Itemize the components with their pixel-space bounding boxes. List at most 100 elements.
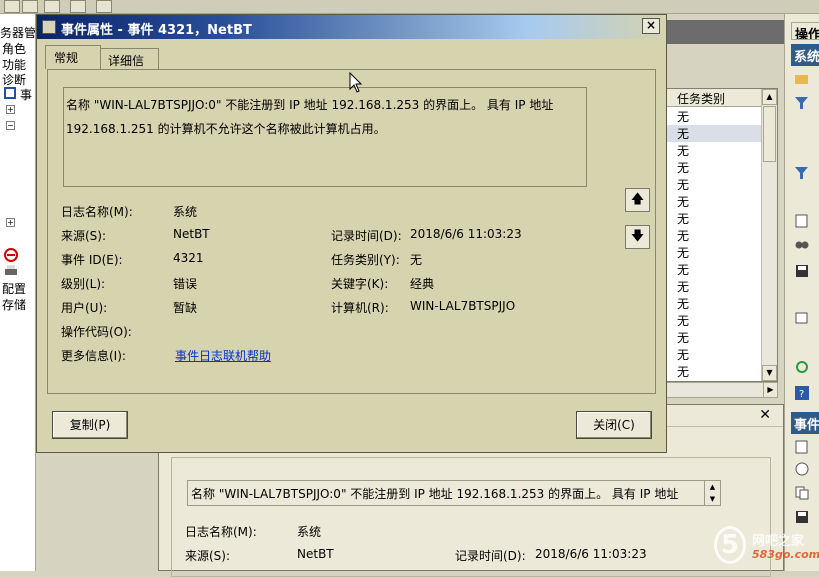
filter-icon[interactable] (795, 96, 809, 110)
arrow-down-icon: 🡇 (630, 229, 645, 244)
scroll-thumb[interactable] (763, 106, 776, 162)
source-label: 来源(S): (61, 229, 107, 243)
watermark-glyph: 5 (714, 526, 746, 564)
vertical-scrollbar[interactable]: ▲ ▼ (761, 89, 777, 381)
list-item[interactable]: 无 (677, 312, 689, 329)
preview-message-spinner[interactable]: ▲ ▼ (704, 480, 721, 506)
next-event-button[interactable]: 🡇 (625, 225, 650, 249)
list-item[interactable]: 无 (677, 176, 689, 193)
printer-icon (4, 264, 18, 278)
toolbar-icon[interactable] (96, 0, 112, 13)
event-log-online-help-link[interactable]: 事件日志联机帮助 (175, 347, 271, 364)
filter-icon[interactable] (795, 166, 809, 180)
toolbar-icon[interactable] (70, 0, 86, 13)
event-viewer-icon (4, 87, 16, 99)
folder-open-icon[interactable] (795, 72, 809, 86)
task-category-label: 任务类别(Y): (331, 253, 400, 267)
preview-message: 名称 "WIN-LAL7BTSPJJO:0" 不能注册到 IP 地址 192.1… (187, 480, 721, 506)
preview-source-value: NetBT (297, 547, 334, 561)
copy-button[interactable]: 复制(P) (52, 411, 128, 439)
opcode-label: 操作代码(O): (61, 325, 132, 339)
save-icon[interactable] (795, 264, 809, 278)
toolbar-icon[interactable] (4, 0, 20, 13)
level-label: 级别(L): (61, 277, 106, 291)
list-item[interactable]: 无 (677, 329, 689, 346)
scroll-down-icon[interactable]: ▼ (762, 365, 777, 381)
close-icon[interactable]: ✕ (759, 407, 771, 423)
list-item[interactable]: 无 (677, 244, 689, 261)
no-entry-icon (4, 248, 18, 262)
more-info-label: 更多信息(I): (61, 349, 126, 363)
task-category-value: 无 (410, 253, 423, 267)
level-value: 错误 (173, 277, 198, 291)
column-header-task-category[interactable]: 任务类别 (667, 89, 762, 107)
preview-log-name-value: 系统 (297, 525, 322, 539)
actions-panel: 操作 系统 ? 事件 (784, 14, 819, 571)
keywords-label: 关键字(K): (331, 277, 389, 291)
arrow-up-icon: 🡅 (630, 192, 645, 207)
expand-icon[interactable]: + (6, 218, 15, 227)
list-item[interactable]: 无 (677, 227, 689, 244)
close-button[interactable]: 关闭(C) (576, 411, 652, 439)
save-icon[interactable] (795, 510, 809, 524)
properties-icon[interactable] (795, 440, 809, 454)
tree-item[interactable]: 存储 (2, 296, 26, 313)
preview-log-name-label: 日志名称(M): (185, 525, 257, 539)
help-icon[interactable]: ? (795, 386, 809, 400)
list-item[interactable]: 无 (677, 159, 689, 176)
find-icon[interactable] (795, 236, 809, 250)
toolbar-icon[interactable] (44, 0, 60, 13)
dialog-titlebar[interactable]: 事件属性 - 事件 4321，NetBT × (37, 15, 666, 39)
attach-task-icon[interactable] (795, 462, 809, 476)
watermark-logo: 5 网吧之家 583go.com (714, 526, 819, 571)
list-item[interactable]: 无 (677, 142, 689, 159)
event-id-label: 事件 ID(E): (61, 253, 123, 267)
event-description-line1: 名称 "WIN-LAL7BTSPJJO:0" 不能注册到 IP 地址 192.1… (66, 98, 554, 112)
tree-item[interactable]: 务器管 (0, 24, 35, 41)
background-toolbar (0, 0, 819, 14)
list-item[interactable]: 无 (677, 278, 689, 295)
actions-section-event[interactable]: 事件 (791, 412, 819, 434)
log-name-value: 系统 (173, 205, 198, 219)
dialog-title: 事件属性 - 事件 4321，NetBT (61, 23, 252, 38)
actions-title: 操作 (791, 22, 819, 40)
list-item[interactable]: 无 (677, 261, 689, 278)
computer-label: 计算机(R): (331, 301, 389, 315)
refresh-icon[interactable] (795, 360, 809, 374)
properties-icon[interactable] (795, 214, 809, 228)
mouse-cursor-icon (349, 72, 363, 93)
scroll-up-icon[interactable]: ▲ (762, 89, 777, 105)
collapse-icon[interactable]: − (6, 121, 15, 130)
watermark-text: 网吧之家 (752, 534, 805, 549)
list-item[interactable]: 无 (677, 346, 689, 363)
list-item[interactable]: 无 (677, 295, 689, 312)
previous-event-button[interactable]: 🡅 (625, 188, 650, 212)
scroll-right-icon[interactable]: ▶ (763, 382, 778, 398)
list-item[interactable]: 无 (677, 108, 689, 125)
event-description-box: 名称 "WIN-LAL7BTSPJJO:0" 不能注册到 IP 地址 192.1… (63, 87, 587, 187)
actions-section-system[interactable]: 系统 (791, 44, 819, 66)
copy-icon[interactable] (795, 486, 809, 500)
list-item[interactable]: 无 (667, 125, 762, 142)
list-item[interactable]: 无 (677, 363, 689, 380)
list-item[interactable]: 无 (677, 193, 689, 210)
event-list: 任务类别 无无无无无无无无无无无无无无无无 ▲ ▼ (666, 88, 778, 382)
navigation-tree: 务器管 角色 功能 诊断 事 + − + 配置 存储 (0, 14, 36, 571)
expand-icon[interactable]: + (6, 105, 15, 114)
attach-task-icon[interactable] (795, 310, 809, 324)
tab-details[interactable]: 详细信息 (99, 48, 159, 85)
tree-item[interactable]: 事 (20, 86, 32, 103)
toolbar-icon[interactable] (22, 0, 38, 13)
close-icon[interactable]: × (642, 18, 660, 34)
tab-general[interactable]: 常规 (45, 45, 101, 69)
preview-source-label: 来源(S): (185, 549, 231, 563)
preview-logged-value: 2018/6/6 11:03:23 (535, 547, 647, 561)
tree-item[interactable]: 角色 (2, 40, 26, 57)
logged-value: 2018/6/6 11:03:23 (410, 227, 522, 241)
horizontal-scrollbar[interactable]: ▶ (666, 382, 778, 398)
list-item[interactable]: 无 (677, 210, 689, 227)
user-label: 用户(U): (61, 301, 108, 315)
tree-item[interactable]: 配置 (2, 280, 26, 297)
computer-value: WIN-LAL7BTSPJJO (410, 299, 516, 313)
svg-text:?: ? (799, 389, 804, 400)
